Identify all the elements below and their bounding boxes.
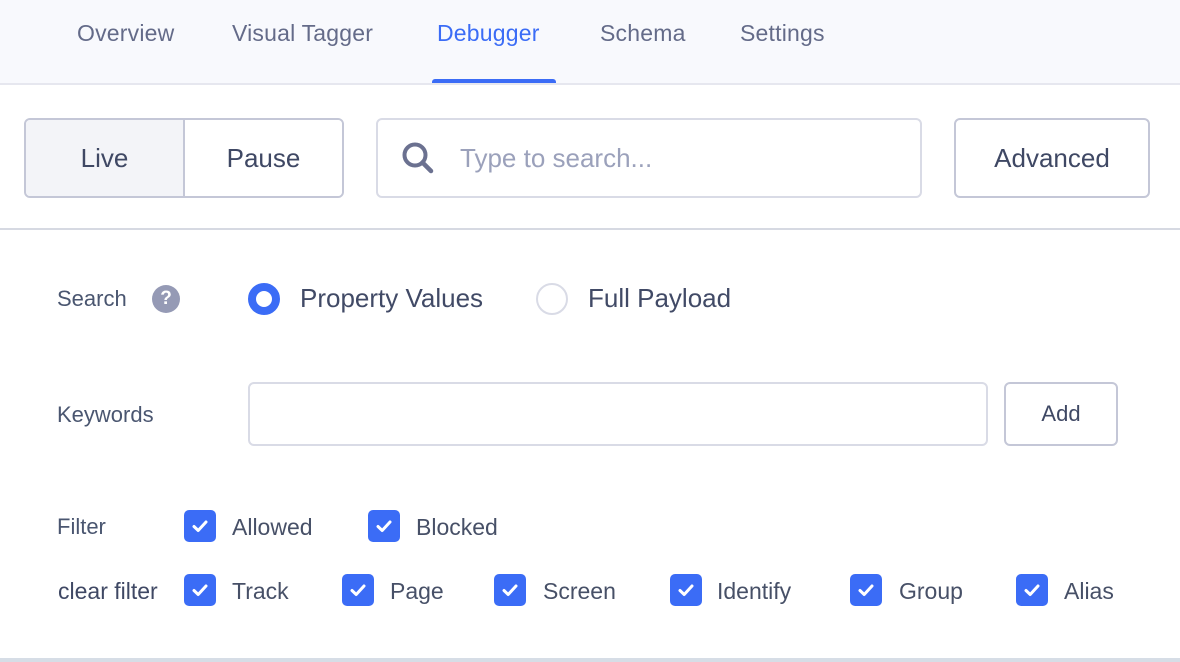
- radio-full-payload[interactable]: [536, 283, 568, 315]
- keywords-label: Keywords: [57, 402, 154, 427]
- pause-button[interactable]: Pause: [185, 120, 342, 196]
- search-input[interactable]: [460, 142, 900, 174]
- debugger-toolbar: Live Pause Advanced: [0, 85, 1180, 230]
- checkbox-identify-label[interactable]: Identify: [717, 578, 791, 605]
- tab-visual-tagger[interactable]: Visual Tagger: [232, 20, 373, 47]
- filter-label: Filter: [57, 514, 106, 539]
- tab-overview[interactable]: Overview: [77, 20, 174, 47]
- checkbox-group-label[interactable]: Group: [899, 578, 963, 605]
- add-keyword-button[interactable]: Add: [1004, 382, 1118, 446]
- live-button[interactable]: Live: [26, 120, 185, 196]
- check-icon: [192, 520, 208, 532]
- help-icon[interactable]: ?: [152, 285, 180, 313]
- checkbox-screen[interactable]: [494, 574, 526, 606]
- checkbox-blocked-label[interactable]: Blocked: [416, 514, 498, 541]
- checkbox-track-label[interactable]: Track: [232, 578, 289, 605]
- checkbox-page[interactable]: [342, 574, 374, 606]
- radio-full-payload-label[interactable]: Full Payload: [588, 283, 731, 314]
- clear-filter-link[interactable]: clear filter: [58, 578, 158, 605]
- tab-debugger[interactable]: Debugger: [437, 20, 540, 47]
- search-box: [376, 118, 922, 198]
- active-tab-indicator: [432, 79, 556, 83]
- check-icon: [192, 584, 208, 596]
- check-icon: [502, 584, 518, 596]
- checkbox-track[interactable]: [184, 574, 216, 606]
- search-mode-label: Search: [57, 286, 127, 311]
- radio-property-values[interactable]: [248, 283, 280, 315]
- panel-divider: [0, 658, 1180, 662]
- checkbox-allowed-label[interactable]: Allowed: [232, 514, 313, 541]
- checkbox-identify[interactable]: [670, 574, 702, 606]
- checkbox-alias-label[interactable]: Alias: [1064, 578, 1114, 605]
- tab-bar: Overview Visual Tagger Debugger Schema S…: [0, 0, 1180, 85]
- checkbox-page-label[interactable]: Page: [390, 578, 444, 605]
- checkbox-alias[interactable]: [1016, 574, 1048, 606]
- live-pause-toggle: Live Pause: [24, 118, 344, 198]
- checkbox-screen-label[interactable]: Screen: [543, 578, 616, 605]
- radio-property-values-label[interactable]: Property Values: [300, 283, 483, 314]
- keywords-input[interactable]: [248, 382, 988, 446]
- check-icon: [678, 584, 694, 596]
- check-icon: [1024, 584, 1040, 596]
- check-icon: [350, 584, 366, 596]
- checkbox-allowed[interactable]: [184, 510, 216, 542]
- check-icon: [376, 520, 392, 532]
- checkbox-group[interactable]: [850, 574, 882, 606]
- search-icon: [402, 142, 434, 174]
- check-icon: [858, 584, 874, 596]
- tab-schema[interactable]: Schema: [600, 20, 686, 47]
- checkbox-blocked[interactable]: [368, 510, 400, 542]
- tab-settings[interactable]: Settings: [740, 20, 825, 47]
- advanced-button[interactable]: Advanced: [954, 118, 1150, 198]
